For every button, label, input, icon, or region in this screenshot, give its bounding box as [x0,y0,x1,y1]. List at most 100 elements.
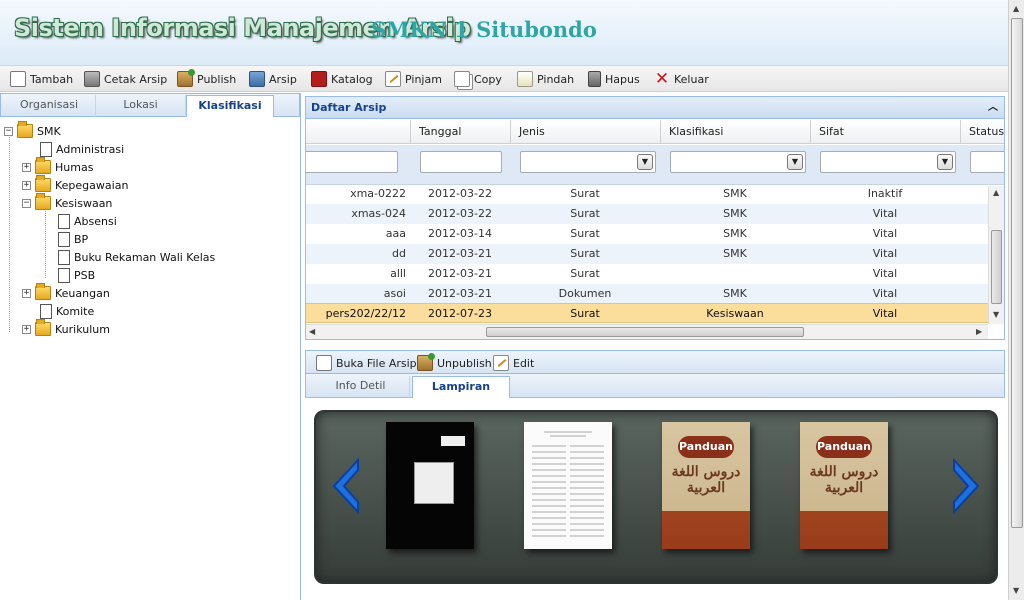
cell-jenis: Surat [570,187,600,200]
left-panel: Organisasi Lokasi Klasifikasi − SMK Admi… [0,93,301,600]
cell-jenis: Surat [570,207,600,220]
table-row[interactable]: aaa 2012-03-14 Surat SMK Vital [306,224,988,244]
collapse-icon[interactable]: − [22,198,31,208]
klasifikasi-filter-select[interactable]: ▼ [670,151,806,173]
expand-icon[interactable]: + [22,288,31,298]
tambah-button[interactable]: Tambah [10,69,73,89]
tree-node-smk[interactable]: − SMK [4,121,61,140]
tree-node-buku-rekaman[interactable]: Buku Rekaman Wali Kelas [58,248,215,266]
expand-icon[interactable]: + [22,162,31,172]
cell-kode: alll [390,267,406,280]
scroll-down-icon[interactable]: ▼ [993,310,999,319]
copy-button[interactable]: Copy [454,69,502,89]
tree-node-label: Keuangan [55,286,110,300]
archive-list-panel: Daftar Arsip ︿ Tanggal Jenis Klasifikasi… [305,96,1005,340]
tree-node-humas[interactable]: + Humas [22,157,93,176]
tab-klasifikasi[interactable]: Klasifikasi [186,95,274,117]
tree-node-psb[interactable]: PSB [58,266,95,284]
attachment-thumbnail[interactable] [524,422,612,549]
folder-icon [35,319,51,336]
cell-jenis: Surat [570,307,600,320]
tree-node-absensi[interactable]: Absensi [58,212,117,230]
file-icon [40,303,52,319]
table-row-selected[interactable]: pers202/22/12 2012-07-23 Surat Kesiswaan… [306,303,988,323]
pinjam-button[interactable]: Pinjam [385,69,442,89]
expand-icon[interactable]: + [22,324,31,334]
table-row[interactable]: xmas-024 2012-03-22 Surat SMK Vital [306,204,988,224]
unpublish-button[interactable]: Unpublish [417,353,492,373]
tree-node-label: Kepegawaian [55,178,129,192]
buka-file-arsip-button[interactable]: Buka File Arsip [316,353,417,373]
column-header-tanggal[interactable]: Tanggal [410,120,510,143]
scroll-up-icon[interactable]: ▲ [993,188,999,197]
book-arabic-title: دروس اللغة العربية [671,464,741,496]
collapse-panel-icon[interactable]: ︿ [988,97,998,118]
cell-klasifikasi: SMK [723,187,747,200]
tree-node-label: Administrasi [56,142,125,156]
attachment-thumbnail[interactable]: Panduan دروس اللغة العربية [800,422,888,549]
tree-node-kesiswaan[interactable]: − Kesiswaan [22,193,112,212]
scroll-left-icon[interactable]: ◀ [309,327,315,336]
cetak-arsip-button[interactable]: Cetak Arsip [84,69,167,89]
main-toolbar: Tambah Cetak Arsip Publish Arsip Katalog… [0,66,1008,92]
collapse-icon[interactable]: − [4,126,13,136]
tree-node-bp[interactable]: BP [58,230,88,248]
file-icon [40,141,52,157]
table-row[interactable]: xma-0222 2012-03-22 Surat SMK Inaktif [306,186,988,204]
scroll-thumb[interactable] [991,230,1002,304]
tree-node-administrasi[interactable]: Administrasi [40,140,124,158]
scroll-thumb[interactable] [1011,18,1023,528]
grid-horizontal-scrollbar[interactable]: ◀ ▶ [306,324,988,339]
tree-node-label: SMK [37,124,61,138]
column-header-sifat[interactable]: Sifat [810,120,960,143]
folder-icon [35,283,51,300]
attachment-thumbnail[interactable] [386,422,474,549]
cell-klasifikasi: SMK [723,207,747,220]
pindah-button[interactable]: Pindah [517,69,574,89]
tree-node-komite[interactable]: Komite [40,302,94,320]
tab-info-detil[interactable]: Info Detil [312,376,410,398]
chevron-down-icon[interactable]: ▼ [937,154,953,170]
tab-lokasi[interactable]: Lokasi [96,95,186,117]
hapus-button[interactable]: Hapus [588,69,640,89]
grid-vertical-scrollbar[interactable]: ▲ ▼ [988,186,1004,324]
attachment-thumbnail[interactable]: Panduan دروس اللغة العربية [662,422,750,549]
tree-node-kurikulum[interactable]: + Kurikulum [22,319,110,338]
jenis-filter-select[interactable]: ▼ [520,151,656,173]
cell-tanggal: 2012-03-21 [428,267,492,280]
edit-button[interactable]: Edit [493,353,534,373]
expand-icon[interactable]: + [22,180,31,190]
file-icon [58,267,70,283]
column-header-klasifikasi[interactable]: Klasifikasi [660,120,810,143]
tree-node-kepegawaian[interactable]: + Kepegawaian [22,175,129,194]
next-arrow-icon[interactable] [948,456,984,516]
table-row[interactable]: asoi 2012-03-21 Dokumen SMK Vital [306,284,988,304]
tree-node-keuangan[interactable]: + Keuangan [22,283,110,302]
tab-organisasi[interactable]: Organisasi [3,95,96,117]
cell-tanggal: 2012-03-21 [428,287,492,300]
tab-lampiran[interactable]: Lampiran [412,376,510,398]
scroll-up-icon[interactable]: ▲ [1013,4,1019,13]
unpublish-label: Unpublish [437,356,492,370]
scroll-down-icon[interactable]: ▼ [1013,586,1019,595]
scroll-thumb[interactable] [486,327,804,337]
keluar-button[interactable]: ✕ Keluar [654,69,709,89]
katalog-button[interactable]: Katalog [311,69,373,89]
cell-sifat: Vital [872,267,898,280]
tanggal-filter-input[interactable] [420,151,502,173]
arsip-button[interactable]: Arsip [249,69,297,89]
table-row[interactable]: dd 2012-03-21 Surat SMK Vital [306,244,988,264]
table-row[interactable]: alll 2012-03-21 Surat Vital [306,264,988,284]
tambah-label: Tambah [30,72,74,86]
column-header-jenis[interactable]: Jenis [510,120,660,143]
scroll-right-icon[interactable]: ▶ [976,327,982,336]
chevron-down-icon[interactable]: ▼ [787,154,803,170]
kode-filter-input[interactable] [306,151,398,173]
status-filter-input[interactable] [970,151,1004,173]
previous-arrow-icon[interactable] [328,456,364,516]
column-header-status[interactable]: Status [960,120,1004,143]
window-scrollbar[interactable]: ▲ ▼ [1008,0,1024,600]
publish-button[interactable]: Publish [177,69,236,89]
chevron-down-icon[interactable]: ▼ [637,154,653,170]
sifat-filter-select[interactable]: ▼ [820,151,956,173]
